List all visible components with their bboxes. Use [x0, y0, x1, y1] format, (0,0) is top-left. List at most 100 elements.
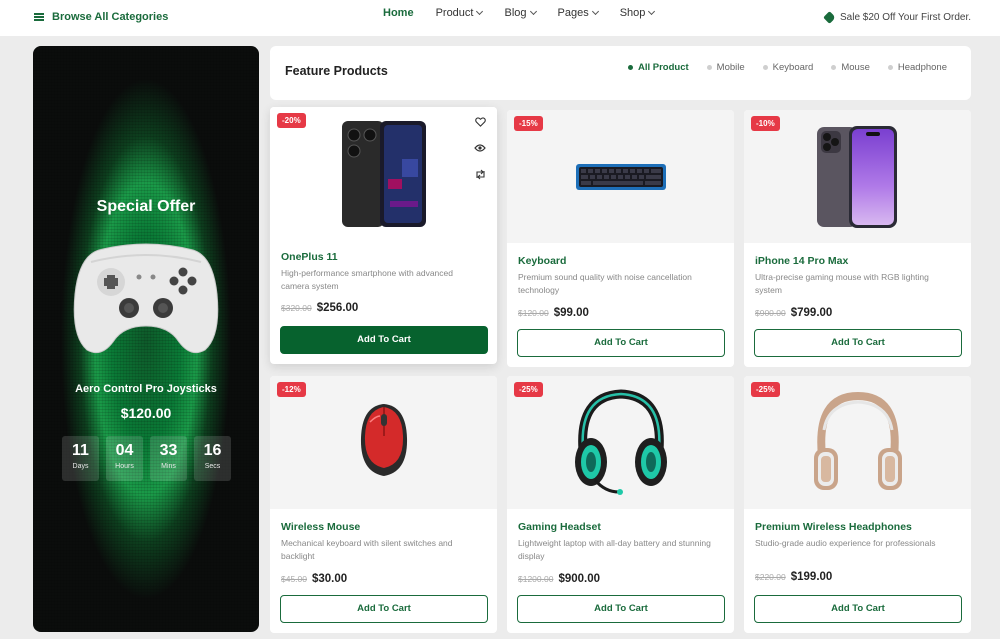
old-price: $220.00 — [755, 572, 786, 582]
new-price: $256.00 — [316, 302, 359, 314]
product-price: $320.00 $256.00 — [281, 302, 358, 314]
nav-item-product[interactable]: Product — [435, 7, 484, 19]
promo-banner: Sale $20 Off Your First Order. — [823, 11, 971, 24]
countdown-label: Mins — [161, 463, 176, 470]
nav-item-shop[interactable]: Shop — [619, 7, 656, 19]
product-card[interactable]: -10% iPhone 14 Pro Max Ultra-precise gam… — [744, 110, 971, 367]
chevron-down-icon — [648, 7, 656, 16]
filter-all-product[interactable]: All Product — [628, 62, 689, 73]
countdown-value: 11 — [72, 442, 89, 459]
product-price: $45.00 $30.00 — [281, 573, 347, 585]
headset-icon — [575, 389, 667, 495]
nav-label: Blog — [504, 7, 527, 19]
product-card[interactable]: -12% Wireless Mouse Mechanical keyboard … — [270, 376, 497, 633]
countdown-days: 11 Days — [62, 436, 99, 481]
offer-title: Special Offer — [96, 198, 196, 215]
browse-categories-label: Browse All Categories — [52, 11, 169, 23]
phone-icon — [817, 126, 897, 228]
add-to-cart-button[interactable]: Add To Cart — [280, 595, 488, 623]
dot-icon — [628, 65, 633, 70]
product-description: Premium sound quality with noise cancell… — [518, 272, 692, 295]
nav-label: Shop — [619, 7, 646, 19]
new-price: $900.00 — [558, 573, 601, 585]
dot-icon — [762, 65, 768, 70]
product-price: $120.00 $99.00 — [518, 307, 589, 319]
headphones-icon — [814, 391, 902, 490]
product-name[interactable]: iPhone 14 Pro Max — [755, 255, 848, 267]
discount-badge: -25% — [751, 382, 780, 397]
dot-icon — [887, 65, 893, 70]
discount-badge: -10% — [751, 116, 780, 131]
heart-icon[interactable] — [471, 113, 489, 131]
section-title: Feature Products — [285, 64, 388, 78]
product-name[interactable]: Premium Wireless Headphones — [755, 521, 912, 533]
chevron-down-icon — [476, 7, 484, 16]
product-card[interactable]: -25% Gaming Headset Lightweight laptop w… — [507, 376, 734, 633]
new-price: $30.00 — [312, 573, 348, 585]
filter-mouse[interactable]: Mouse — [831, 62, 870, 73]
nav-item-home[interactable]: Home — [383, 7, 414, 19]
compare-icon[interactable] — [471, 165, 489, 183]
main-nav: Home Product Blog Pages Shop — [383, 7, 676, 19]
product-price: $1200.00 $900.00 — [518, 573, 600, 585]
new-price: $99.00 — [553, 307, 589, 319]
add-to-cart-button[interactable]: Add To Cart — [280, 326, 488, 354]
nav-label: Home — [383, 7, 414, 19]
countdown-label: Secs — [204, 463, 221, 470]
special-offer-panel[interactable]: Special Offer Aero Control Pro Joysticks… — [33, 46, 259, 632]
product-card[interactable]: -15% Keyboard Premium sound quality with… — [507, 110, 734, 367]
feature-products-header: Feature Products All Product Mobile Keyb… — [270, 46, 971, 100]
filter-label: Headphone — [897, 62, 947, 73]
product-price: $220.00 $199.00 — [755, 571, 832, 583]
countdown-value: 16 — [203, 442, 222, 459]
product-name[interactable]: OnePlus 11 — [281, 251, 338, 263]
nav-item-blog[interactable]: Blog — [504, 7, 537, 19]
product-description: Lightweight laptop with all-day battery … — [518, 538, 711, 561]
product-name[interactable]: Keyboard — [518, 255, 566, 267]
countdown-timer: 11 Days 04 Hours 33 Mins 16 Secs — [62, 436, 231, 481]
product-description: High-performance smartphone with advance… — [281, 268, 453, 291]
browse-categories-button[interactable]: Browse All Categories — [34, 11, 168, 23]
dot-icon — [831, 65, 837, 70]
product-description: Mechanical keyboard with silent switches… — [281, 538, 453, 561]
countdown-label: Hours — [115, 463, 134, 470]
filter-keyboard[interactable]: Keyboard — [762, 62, 814, 73]
eye-icon[interactable] — [471, 139, 489, 157]
mouse-icon — [360, 404, 408, 476]
add-to-cart-button[interactable]: Add To Cart — [517, 329, 725, 357]
new-price: $799.00 — [790, 307, 833, 319]
discount-badge: -12% — [277, 382, 306, 397]
offer-product-name: Aero Control Pro Joysticks — [75, 383, 217, 395]
product-name[interactable]: Wireless Mouse — [281, 521, 360, 533]
product-price: $900.00 $799.00 — [755, 307, 832, 319]
add-to-cart-button[interactable]: Add To Cart — [754, 329, 962, 357]
add-to-cart-button[interactable]: Add To Cart — [754, 595, 962, 623]
filter-label: Mouse — [841, 62, 870, 73]
filter-label: Mobile — [716, 62, 745, 73]
top-bar: Browse All Categories Home Product Blog … — [0, 0, 1000, 36]
discount-badge: -20% — [277, 113, 306, 128]
filter-mobile[interactable]: Mobile — [706, 62, 745, 73]
offer-price: $120.00 — [120, 405, 172, 421]
countdown-secs: 16 Secs — [194, 436, 231, 481]
countdown-hours: 04 Hours — [106, 436, 143, 481]
countdown-value: 04 — [115, 442, 134, 459]
game-controller-image — [73, 243, 219, 354]
product-card[interactable]: -20% OnePlus 11 High-performance smartph… — [270, 107, 497, 364]
chevron-down-icon — [591, 7, 599, 16]
dot-icon — [706, 65, 712, 70]
old-price: $120.00 — [518, 308, 549, 318]
product-card[interactable]: -25% Premium Wireless Headphones Studio-… — [744, 376, 971, 633]
old-price: $320.00 — [281, 303, 312, 313]
product-description: Ultra-precise gaming mouse with RGB ligh… — [755, 272, 929, 295]
filter-label: Keyboard — [772, 62, 814, 73]
nav-label: Product — [435, 7, 474, 19]
card-action-icons — [471, 113, 489, 183]
nav-item-pages[interactable]: Pages — [558, 7, 599, 19]
promo-text: Sale $20 Off Your First Order. — [840, 12, 971, 23]
product-description: Studio-grade audio experience for profes… — [755, 538, 936, 548]
product-name[interactable]: Gaming Headset — [518, 521, 601, 533]
menu-icon — [34, 13, 44, 21]
filter-headphone[interactable]: Headphone — [887, 62, 947, 73]
add-to-cart-button[interactable]: Add To Cart — [517, 595, 725, 623]
